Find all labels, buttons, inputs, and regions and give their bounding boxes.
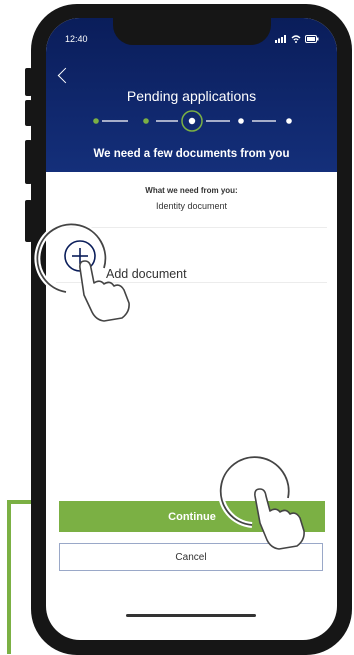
hand-tap-icon (34, 221, 130, 322)
tap-gesture-overlay (34, 221, 305, 550)
hand-tap-icon (217, 454, 305, 550)
